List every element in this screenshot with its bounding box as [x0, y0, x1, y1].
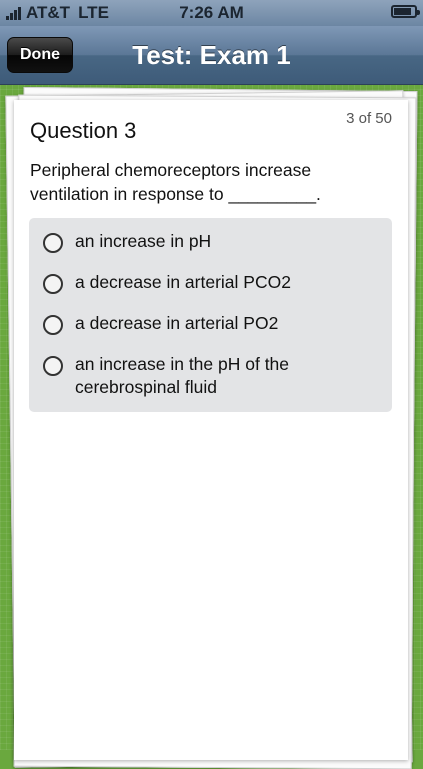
answer-option-label: a decrease in arterial PO2 — [75, 313, 279, 333]
status-bar: AT&T LTE 7:26 AM — [0, 0, 423, 26]
answer-option[interactable]: an increase in pH — [43, 231, 383, 253]
answer-option[interactable]: an increase in the pH of the cerebrospin… — [43, 354, 343, 399]
answer-option[interactable]: a decrease in arterial PO2 — [43, 313, 383, 335]
status-time: 7:26 AM — [179, 3, 244, 22]
question-title: Question 3 — [30, 118, 137, 143]
battery-icon — [391, 5, 420, 18]
page-title: Test: Exam 1 — [132, 40, 291, 70]
done-button[interactable]: Done — [7, 37, 73, 73]
answer-option-label: a decrease in arterial PCO2 — [75, 272, 291, 292]
radio-button-icon[interactable] — [43, 315, 63, 335]
radio-button-icon[interactable] — [43, 274, 63, 294]
radio-button-icon[interactable] — [43, 356, 63, 376]
question-text: Peripheral chemoreceptors increase venti… — [30, 160, 321, 204]
question-card: 3 of 50 Question 3 Peripheral chemorecep… — [14, 100, 408, 760]
radio-button-icon[interactable] — [43, 233, 63, 253]
navigation-bar: Done Test: Exam 1 — [0, 26, 423, 85]
answer-option-label: an increase in pH — [75, 231, 212, 251]
question-counter: 3 of 50 — [346, 110, 392, 127]
answer-options: an increase in pH a decrease in arterial… — [29, 218, 392, 412]
answer-option-label: an increase in the pH of the cerebrospin… — [75, 354, 290, 397]
answer-option[interactable]: a decrease in arterial PCO2 — [43, 272, 383, 294]
